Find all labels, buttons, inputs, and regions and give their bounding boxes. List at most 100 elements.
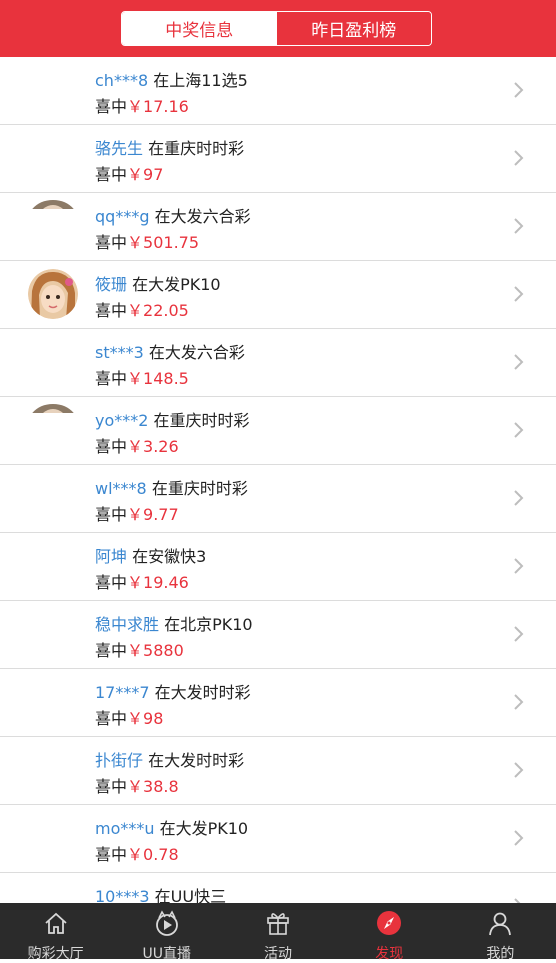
list-item[interactable]: 骆先生 在重庆时时彩 喜中￥97 (0, 125, 556, 193)
segmented-control: 中奖信息 昨日盈利榜 (121, 11, 432, 46)
winner-line: 稳中求胜 在北京PK10 (95, 611, 253, 635)
win-prefix: 喜中 (95, 233, 128, 252)
winner-line: 阿坤 在安徽快3 (95, 543, 206, 567)
prize-amount: 98 (143, 709, 164, 728)
tab-compass[interactable]: 发现 (334, 903, 445, 962)
currency-symbol: ￥ (127, 709, 144, 728)
gift-icon (264, 909, 292, 941)
compass-icon (375, 909, 403, 941)
game-name: 在重庆时时彩 (153, 411, 250, 430)
winner-line: qq***g 在大发六合彩 (95, 203, 251, 227)
win-prefix: 喜中 (95, 165, 128, 184)
winner-name: st***3 (95, 343, 144, 362)
bottom-tab-bar: 购彩大厅 UU直播 活动 发现 我的 (0, 903, 556, 962)
game-name: 在大发PK10 (132, 275, 221, 294)
winning-list[interactable]: ch***8 在上海11选5 喜中￥17.16 骆先生 在重庆时时彩 喜中￥97 qq*… (0, 57, 556, 903)
win-prefix: 喜中 (95, 573, 128, 592)
prize-line: 喜中￥9.77 (95, 501, 179, 525)
chevron-right-icon (510, 828, 526, 848)
prize-amount: 9.77 (143, 505, 179, 524)
prize-line: 喜中￥97 (95, 161, 163, 185)
winner-line: mo***u 在大发PK10 (95, 815, 248, 839)
win-prefix: 喜中 (95, 845, 128, 864)
game-name: 在大发PK10 (159, 819, 249, 838)
list-item[interactable]: qq***g 在大发六合彩 喜中￥501.75 (0, 193, 556, 261)
winner-name: 筱珊 (95, 275, 128, 294)
list-item[interactable]: 筱珊 在大发PK10 喜中￥22.05 (0, 261, 556, 329)
win-prefix: 喜中 (95, 641, 128, 660)
list-item[interactable]: 扑街仔 在大发时时彩 喜中￥38.8 (0, 737, 556, 805)
prize-amount: 97 (143, 165, 164, 184)
prize-line: 喜中￥501.75 (95, 229, 199, 253)
tab-user[interactable]: 我的 (445, 903, 556, 962)
tab-yesterday-profit-ranking[interactable]: 昨日盈利榜 (276, 12, 431, 45)
tab-home[interactable]: 购彩大厅 (0, 903, 111, 962)
prize-amount: 17.16 (143, 97, 189, 116)
tab-label: 活动 (264, 946, 292, 962)
prize-line: 喜中￥0.78 (95, 841, 179, 865)
game-name: 在上海11选5 (153, 71, 248, 90)
tab-label: UU直播 (142, 946, 192, 962)
winner-line: yo***2 在重庆时时彩 (95, 407, 250, 431)
winner-name: 10***3 (95, 887, 150, 903)
prize-amount: 5880 (143, 641, 184, 660)
prize-amount: 148.5 (143, 369, 189, 388)
chevron-right-icon (510, 80, 526, 100)
list-item[interactable]: mo***u 在大发PK10 喜中￥0.78 (0, 805, 556, 873)
currency-symbol: ￥ (127, 437, 144, 456)
prize-line: 喜中￥38.8 (95, 773, 179, 797)
list-item[interactable]: ch***8 在上海11选5 喜中￥17.16 (0, 57, 556, 125)
list-item[interactable]: wl***8 在重庆时时彩 喜中￥9.77 (0, 465, 556, 533)
currency-symbol: ￥ (127, 165, 144, 184)
chevron-right-icon (510, 148, 526, 168)
winner-name: 阿坤 (95, 547, 128, 566)
game-name: 在安徽快3 (132, 547, 207, 566)
winner-line: wl***8 在重庆时时彩 (95, 475, 248, 499)
win-prefix: 喜中 (95, 437, 128, 456)
winner-line: 10***3 在UU快三 (95, 883, 226, 903)
currency-symbol: ￥ (127, 97, 144, 116)
list-item[interactable]: yo***2 在重庆时时彩 喜中￥3.26 (0, 397, 556, 465)
game-name: 在大发六合彩 (148, 343, 245, 362)
list-item[interactable]: st***3 在大发六合彩 喜中￥148.5 (0, 329, 556, 397)
prize-amount: 38.8 (143, 777, 179, 796)
tab-live-play[interactable]: UU直播 (111, 903, 222, 962)
top-header: 中奖信息 昨日盈利榜 (0, 0, 556, 57)
winner-line: 扑街仔 在大发时时彩 (95, 747, 244, 771)
winner-name: 扑街仔 (95, 751, 144, 770)
win-prefix: 喜中 (95, 97, 128, 116)
tab-label: 我的 (486, 946, 515, 962)
prize-line: 喜中￥3.26 (95, 433, 179, 457)
prize-line: 喜中￥22.05 (95, 297, 189, 321)
win-prefix: 喜中 (95, 505, 128, 524)
tab-winning-info[interactable]: 中奖信息 (122, 12, 277, 45)
list-item[interactable]: 阿坤 在安徽快3 喜中￥19.46 (0, 533, 556, 601)
winner-line: 筱珊 在大发PK10 (95, 271, 221, 295)
currency-symbol: ￥ (127, 845, 144, 864)
chevron-right-icon (510, 216, 526, 236)
user-icon (486, 909, 514, 941)
game-name: 在UU快三 (154, 887, 227, 903)
list-item[interactable]: 稳中求胜 在北京PK10 喜中￥5880 (0, 601, 556, 669)
currency-symbol: ￥ (127, 777, 144, 796)
game-name: 在北京PK10 (164, 615, 253, 634)
currency-symbol: ￥ (127, 573, 144, 592)
winner-name: 17***7 (95, 683, 150, 702)
chevron-right-icon (510, 420, 526, 440)
chevron-right-icon (510, 760, 526, 780)
tab-label: 发现 (375, 946, 404, 962)
game-name: 在大发时时彩 (154, 683, 251, 702)
game-name: 在重庆时时彩 (148, 139, 245, 158)
currency-symbol: ￥ (127, 641, 144, 660)
winner-line: 17***7 在大发时时彩 (95, 679, 251, 703)
prize-line: 喜中￥5880 (95, 637, 184, 661)
list-item[interactable]: 17***7 在大发时时彩 喜中￥98 (0, 669, 556, 737)
tab-gift[interactable]: 活动 (222, 903, 333, 962)
live-play-icon (153, 909, 181, 941)
winner-name: wl***8 (95, 479, 147, 498)
avatar (28, 269, 78, 319)
prize-line: 喜中￥19.46 (95, 569, 189, 593)
prize-line: 喜中￥17.16 (95, 93, 189, 117)
game-name: 在大发时时彩 (148, 751, 245, 770)
list-item[interactable]: 10***3 在UU快三 (0, 873, 556, 903)
